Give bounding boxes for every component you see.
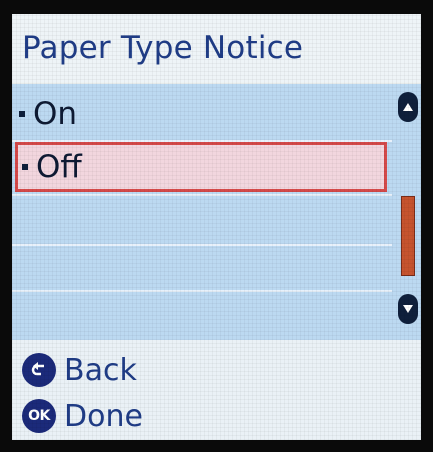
back-label: Back bbox=[64, 352, 137, 388]
scrollbar[interactable] bbox=[396, 84, 421, 340]
option-on[interactable]: On bbox=[15, 88, 392, 140]
option-label: On bbox=[33, 96, 78, 132]
page-title: Paper Type Notice bbox=[22, 30, 304, 66]
scroll-down-icon[interactable] bbox=[398, 294, 418, 324]
back-arrow-icon bbox=[22, 353, 56, 387]
title-bar: Paper Type Notice bbox=[12, 14, 421, 82]
bullet-icon bbox=[22, 164, 28, 170]
lcd-screen: Paper Type Notice On Off Back OK Done bbox=[12, 14, 421, 440]
list-divider bbox=[12, 194, 392, 196]
button-hints: Back OK Done bbox=[12, 340, 421, 440]
back-hint[interactable]: Back bbox=[22, 348, 137, 392]
done-label: Done bbox=[64, 398, 143, 434]
scroll-thumb[interactable] bbox=[401, 196, 415, 276]
ok-icon-text: OK bbox=[28, 408, 50, 424]
bullet-icon bbox=[19, 111, 25, 117]
option-label: Off bbox=[36, 149, 82, 185]
list-divider bbox=[12, 244, 392, 246]
option-off[interactable]: Off bbox=[15, 142, 387, 192]
scroll-up-icon[interactable] bbox=[398, 92, 418, 122]
done-hint[interactable]: OK Done bbox=[22, 394, 143, 438]
list-divider bbox=[12, 290, 392, 292]
ok-button-icon: OK bbox=[22, 399, 56, 433]
option-list: On Off bbox=[12, 84, 421, 340]
